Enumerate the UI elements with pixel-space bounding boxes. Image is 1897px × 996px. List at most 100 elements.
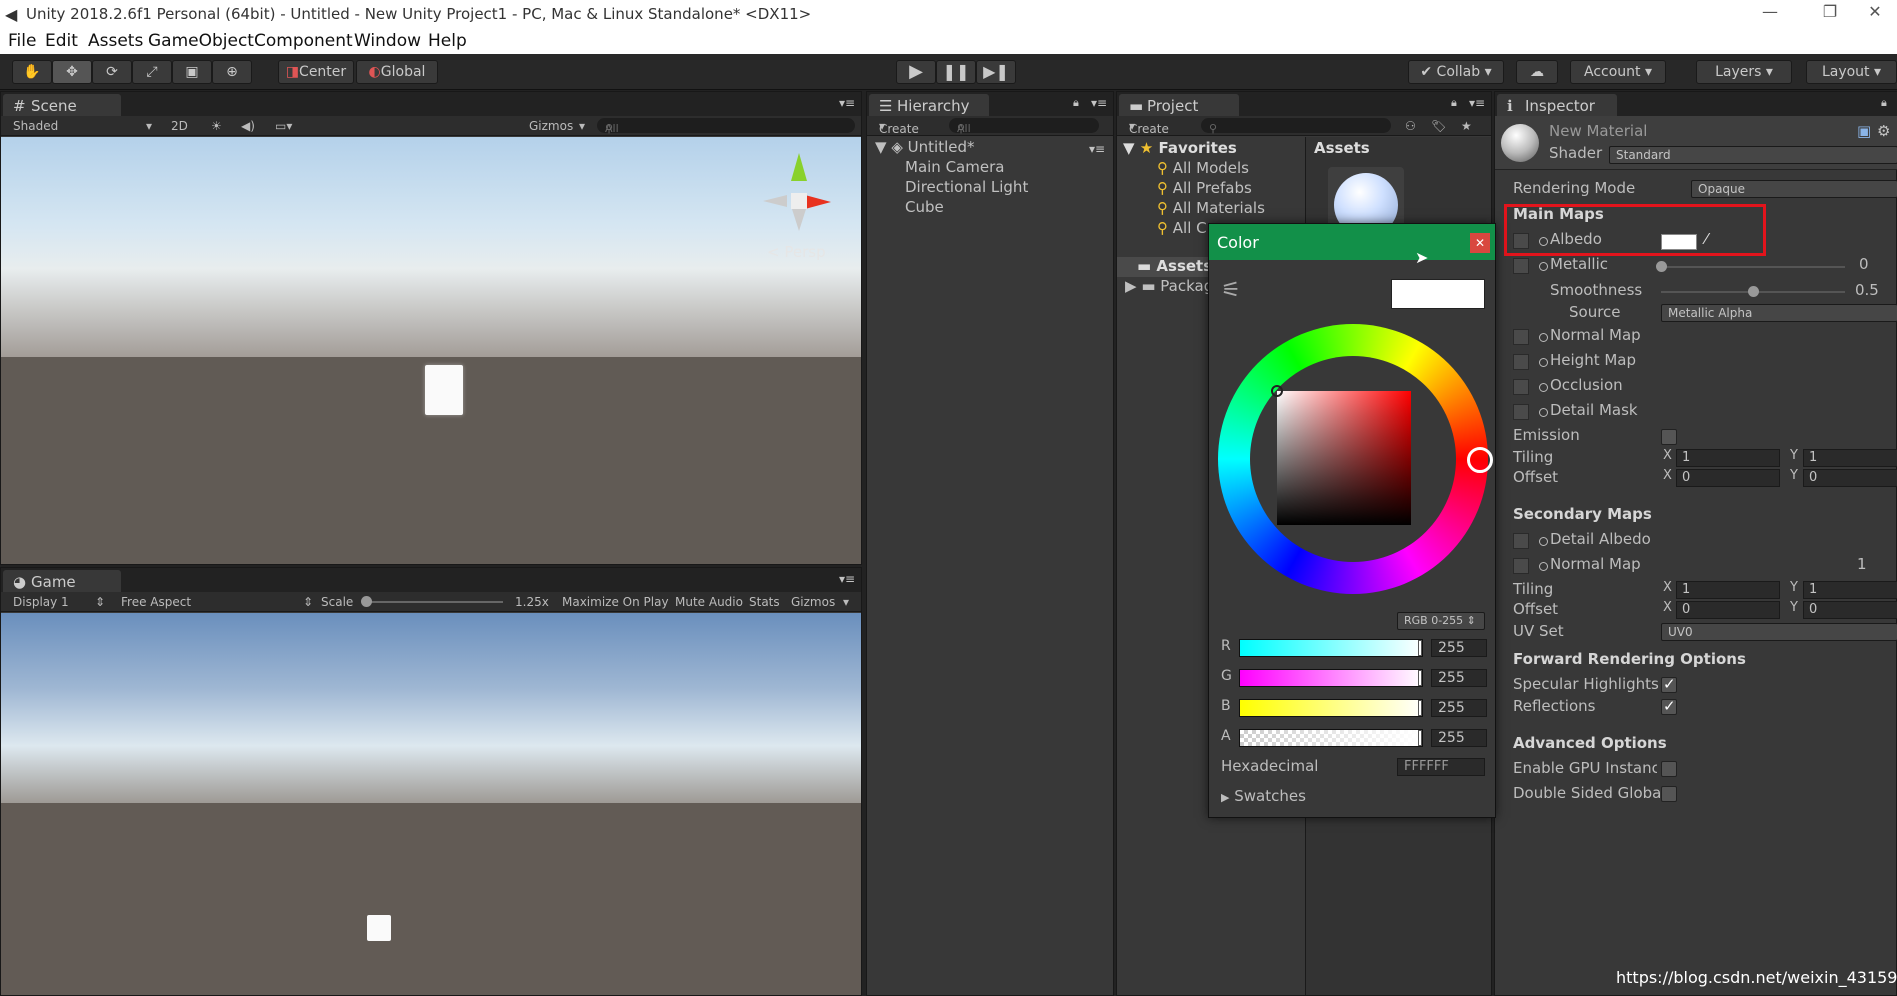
color-picker-titlebar[interactable]: Color ✕: [1209, 224, 1495, 260]
channel-b-slider[interactable]: [1239, 699, 1423, 717]
tab-scene[interactable]: # Scene: [3, 94, 121, 118]
pause-button[interactable]: ❚❚: [936, 60, 976, 84]
detail-albedo-texture-slot[interactable]: [1513, 533, 1529, 549]
hierarchy-item-directional-light[interactable]: Directional Light: [905, 178, 1028, 196]
scene-view[interactable]: < Persp: [1, 137, 861, 564]
play-button[interactable]: ▶: [896, 60, 936, 84]
favorite-all-prefabs[interactable]: ⚲ All Prefabs: [1157, 179, 1252, 197]
collab-dropdown[interactable]: ✔ Collab ▾: [1408, 60, 1504, 84]
tiling2-x-field[interactable]: 1: [1676, 581, 1780, 599]
metallic-slider[interactable]: [1656, 261, 1845, 272]
close-icon[interactable]: ✕: [1855, 2, 1895, 28]
channel-g-slider[interactable]: [1239, 669, 1423, 687]
cloud-button[interactable]: ☁: [1516, 60, 1558, 84]
albedo-picker-icon[interactable]: [1539, 237, 1548, 246]
detail-albedo-picker-icon[interactable]: [1539, 537, 1548, 546]
offset2-y-field[interactable]: 0: [1803, 601, 1897, 619]
hue-marker[interactable]: [1467, 447, 1493, 473]
occlusion-picker-icon[interactable]: [1539, 383, 1548, 392]
effects-toggle-icon[interactable]: ▭▾: [275, 119, 292, 133]
panel-menu-icon[interactable]: ▾≡: [839, 96, 855, 110]
step-button[interactable]: ▶❚: [976, 60, 1016, 84]
emission-checkbox[interactable]: [1661, 429, 1677, 445]
aspect-dropdown[interactable]: Free Aspect: [121, 595, 191, 609]
favorite-all-c[interactable]: ⚲ All C: [1157, 219, 1207, 237]
tab-project[interactable]: ▬ Project: [1119, 94, 1239, 118]
offset-x-field[interactable]: 0: [1676, 469, 1780, 487]
scene-search-input[interactable]: ⚲ All: [597, 118, 855, 135]
channel-r-slider[interactable]: [1239, 639, 1423, 657]
display-dropdown[interactable]: Display 1: [13, 595, 69, 609]
cube-object[interactable]: [425, 365, 463, 415]
account-dropdown[interactable]: Account ▾: [1570, 60, 1666, 84]
panel-menu-icon[interactable]: ▾≡: [839, 572, 855, 586]
shader-dropdown[interactable]: Standard: [1609, 146, 1897, 164]
double-sided-checkbox[interactable]: [1661, 786, 1677, 802]
channel-b-field[interactable]: 255: [1431, 699, 1487, 717]
material-settings-icon[interactable]: ⚙: [1877, 122, 1890, 140]
assets-folder-item[interactable]: ▬ Assets: [1137, 257, 1212, 275]
menu-file[interactable]: File: [8, 31, 36, 51]
project-create-dropdown[interactable]: Create ▾: [1129, 119, 1169, 136]
lock-icon[interactable]: 🔒︎: [1451, 96, 1457, 110]
stats-toggle[interactable]: Stats: [749, 595, 780, 609]
rect-tool-button[interactable]: ▣: [172, 60, 212, 84]
metallic-picker-icon[interactable]: [1539, 262, 1548, 271]
hex-field[interactable]: FFFFFF: [1397, 758, 1485, 776]
gpu-instancing-checkbox[interactable]: [1661, 761, 1677, 777]
hand-tool-button[interactable]: ✋: [12, 60, 52, 84]
normal-map2-texture-slot[interactable]: [1513, 558, 1529, 574]
filter-label-icon[interactable]: 🏷︎: [1431, 119, 1446, 133]
hierarchy-item-cube[interactable]: Cube: [905, 198, 944, 216]
panel-menu-icon[interactable]: ▾≡: [1469, 96, 1485, 110]
smoothness-value[interactable]: 0.5: [1855, 281, 1879, 299]
channel-g-field[interactable]: 255: [1431, 669, 1487, 687]
packages-folder-item[interactable]: ▶ ▬ Packag: [1125, 277, 1213, 295]
favorite-star-icon[interactable]: ★: [1461, 119, 1472, 133]
pivot-center-button[interactable]: ◨Center: [278, 60, 354, 84]
lock-icon[interactable]: 🔒︎: [1073, 96, 1079, 110]
shading-dropdown[interactable]: Shaded: [13, 119, 58, 133]
tab-hierarchy[interactable]: ☰ Hierarchy: [869, 94, 989, 118]
color-mode-dropdown[interactable]: RGB 0-255 ⇕: [1397, 612, 1485, 630]
tiling2-y-field[interactable]: 1: [1803, 581, 1897, 599]
menu-window[interactable]: Window: [354, 31, 421, 51]
scale-tool-button[interactable]: ⤢: [132, 60, 172, 84]
audio-toggle-icon[interactable]: ◀): [241, 119, 255, 133]
reflections-checkbox[interactable]: [1661, 697, 1677, 715]
project-search-input[interactable]: ⚲: [1201, 118, 1391, 135]
scene-menu-icon[interactable]: ▾≡: [1089, 142, 1105, 156]
detail-mask-texture-slot[interactable]: [1513, 404, 1529, 420]
normal-map2-value[interactable]: 1: [1857, 555, 1867, 573]
uv-set-dropdown[interactable]: UV0: [1661, 623, 1897, 641]
favorite-all-materials[interactable]: ⚲ All Materials: [1157, 199, 1265, 217]
tiling-y-field[interactable]: 1: [1803, 449, 1897, 467]
favorites-item[interactable]: ▼ ★ Favorites: [1123, 139, 1237, 157]
rotate-tool-button[interactable]: ⟳: [92, 60, 132, 84]
transform-tool-button[interactable]: ⊕: [212, 60, 252, 84]
saturation-value-square[interactable]: [1271, 385, 1411, 525]
lock-icon[interactable]: 🔒︎: [1881, 96, 1887, 110]
menu-edit[interactable]: Edit: [45, 31, 78, 51]
persp-label[interactable]: < Persp: [767, 243, 826, 261]
specular-highlights-checkbox[interactable]: [1661, 675, 1677, 693]
offset-y-field[interactable]: 0: [1803, 469, 1897, 487]
tab-game[interactable]: ◕ Game: [3, 570, 121, 594]
scene-gizmo-icon[interactable]: [761, 149, 831, 231]
menu-assets[interactable]: Assets: [88, 31, 143, 51]
eyedropper-icon[interactable]: ⚟: [1221, 278, 1241, 303]
layout-dropdown[interactable]: Layout ▾: [1806, 60, 1897, 84]
scale-slider[interactable]: [361, 596, 503, 607]
game-gizmos-dropdown[interactable]: Gizmos: [791, 595, 835, 609]
favorite-all-models[interactable]: ⚲ All Models: [1157, 159, 1249, 177]
channel-r-field[interactable]: 255: [1431, 639, 1487, 657]
swatches-foldout[interactable]: ▶ Swatches: [1221, 787, 1306, 805]
layers-dropdown[interactable]: Layers ▾: [1696, 60, 1792, 84]
sv-marker[interactable]: [1271, 385, 1283, 397]
occlusion-texture-slot[interactable]: [1513, 379, 1529, 395]
lighting-toggle-icon[interactable]: ☀: [211, 119, 222, 133]
rendering-mode-dropdown[interactable]: Opaque: [1691, 180, 1897, 198]
offset2-x-field[interactable]: 0: [1676, 601, 1780, 619]
material-script-icon[interactable]: ▣: [1857, 122, 1871, 140]
channel-a-field[interactable]: 255: [1431, 729, 1487, 747]
